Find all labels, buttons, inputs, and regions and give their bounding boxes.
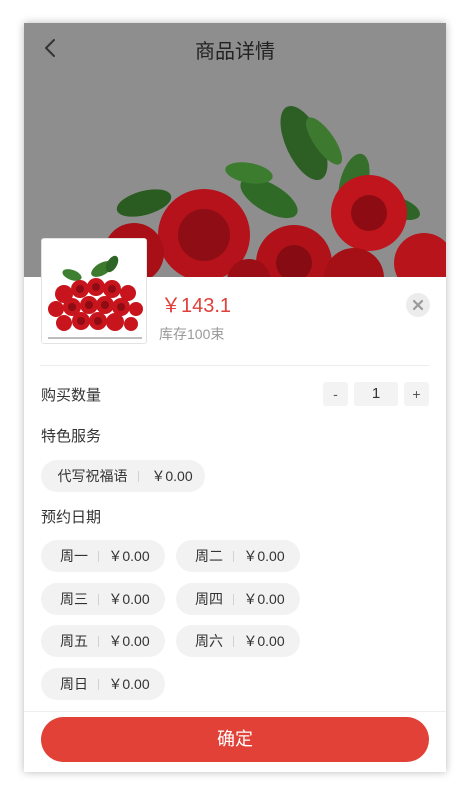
- service-chip-blessing[interactable]: 代写祝福语 ￥0.00: [41, 460, 205, 492]
- page-title: 商品详情: [195, 41, 275, 63]
- product-thumbnail: [41, 238, 147, 344]
- day-chip-thu[interactable]: 周四 ￥0.00: [176, 583, 300, 615]
- day-price: ￥0.00: [108, 591, 150, 607]
- day-name: 周一: [60, 548, 88, 564]
- service-name: 代写祝福语: [57, 468, 128, 484]
- services-label: 特色服务: [41, 428, 102, 445]
- day-chip-mon[interactable]: 周一 ￥0.00: [41, 540, 165, 572]
- increment-button[interactable]: +: [404, 382, 429, 406]
- day-chip-tue[interactable]: 周二 ￥0.00: [176, 540, 300, 572]
- day-name: 周日: [60, 676, 88, 692]
- day-price: ￥0.00: [243, 591, 285, 607]
- confirm-button[interactable]: 确定: [41, 717, 429, 762]
- day-chip-fri[interactable]: 周五 ￥0.00: [41, 625, 165, 657]
- product-price: ￥143.1: [161, 295, 232, 317]
- quantity-label: 购买数量: [41, 387, 102, 404]
- day-chip-sat[interactable]: 周六 ￥0.00: [176, 625, 300, 657]
- day-chip-sun[interactable]: 周日 ￥0.00: [41, 668, 165, 700]
- footer-divider: [24, 711, 446, 712]
- day-price: ￥0.00: [243, 548, 285, 564]
- day-name: 周三: [60, 591, 88, 607]
- day-chip-wed[interactable]: 周三 ￥0.00: [41, 583, 165, 615]
- decrement-button[interactable]: -: [323, 382, 348, 406]
- day-price: ￥0.00: [108, 548, 150, 564]
- day-name: 周四: [195, 591, 223, 607]
- day-name: 周六: [195, 633, 223, 649]
- booking-label: 预约日期: [41, 509, 102, 526]
- close-icon[interactable]: [406, 293, 430, 317]
- day-price: ￥0.00: [243, 633, 285, 649]
- day-name: 周二: [195, 548, 223, 564]
- nav-bar: 商品详情: [24, 23, 446, 73]
- day-price: ￥0.00: [108, 633, 150, 649]
- quantity-value[interactable]: 1: [354, 382, 398, 406]
- day-price: ￥0.00: [108, 676, 150, 692]
- service-price: ￥0.00: [151, 468, 193, 484]
- product-detail-page: 商品详情 ￥143.1 库存100束 购买数量 - 1 + 特色服务 代写祝福语…: [24, 23, 446, 772]
- product-stock: 库存100束: [159, 326, 225, 342]
- divider: [40, 365, 429, 366]
- day-name: 周五: [60, 633, 88, 649]
